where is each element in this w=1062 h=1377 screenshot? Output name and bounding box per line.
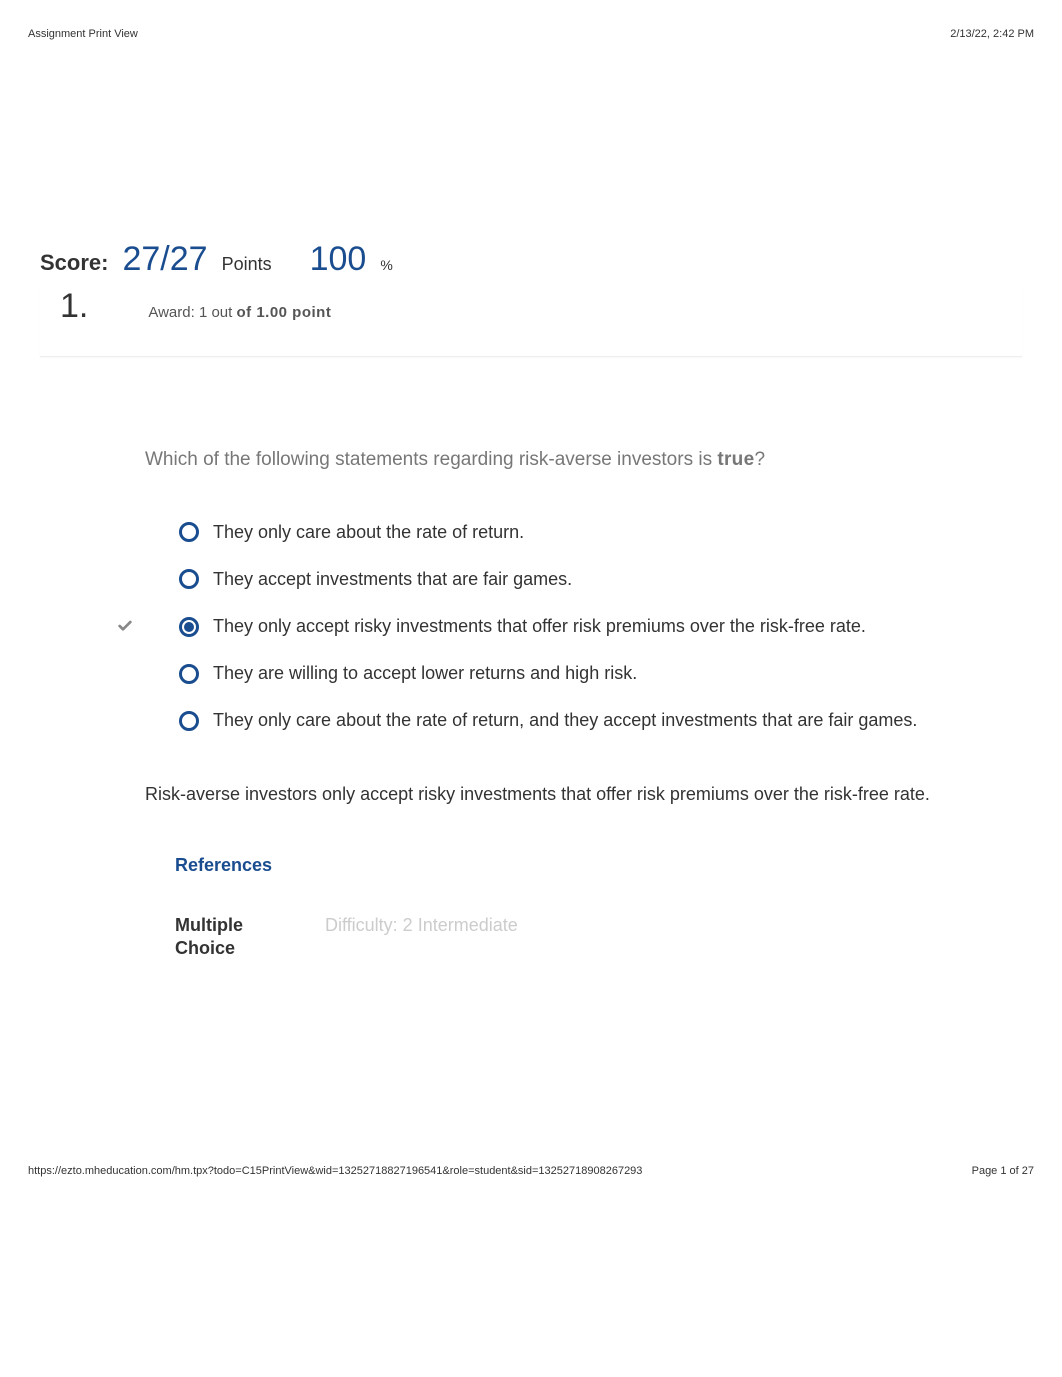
option-label: They only accept risky investments that … xyxy=(213,614,866,639)
award-line: Award: 1 out of 1.00 point xyxy=(148,304,331,321)
main-content: Score: 27/27 Points 100 % 1. Award: 1 ou… xyxy=(40,240,1022,961)
footer-page: Page 1 of 27 xyxy=(972,1165,1034,1177)
header-datetime: 2/13/22, 2:42 PM xyxy=(950,28,1034,40)
references-heading: References xyxy=(175,855,1022,876)
question-text: Which of the following statements regard… xyxy=(145,447,1022,474)
question-header: 1. Award: 1 out of 1.00 point xyxy=(40,287,1022,357)
option-3[interactable]: They are willing to accept lower returns… xyxy=(145,661,1022,686)
references-section: References Multiple Choice Difficulty: 2… xyxy=(175,855,1022,961)
question-text-bold: true xyxy=(717,449,754,470)
explanation-text: Risk-averse investors only accept risky … xyxy=(145,782,1022,807)
score-row: Score: 27/27 Points 100 % xyxy=(40,240,1022,279)
options-list: They only care about the rate of return.… xyxy=(145,520,1022,734)
question-text-prefix: Which of the following statements regard… xyxy=(145,449,717,470)
score-label: Score: xyxy=(40,250,108,276)
radio-icon[interactable] xyxy=(179,711,199,731)
question-text-suffix: ? xyxy=(754,449,765,470)
page-footer: https://ezto.mheducation.com/hm.tpx?todo… xyxy=(28,1165,1034,1177)
option-2[interactable]: They only accept risky investments that … xyxy=(145,614,1022,639)
question-body: Which of the following statements regard… xyxy=(145,447,1022,961)
award-of: of 1.00 point xyxy=(237,304,332,321)
references-row: Multiple Choice Difficulty: 2 Intermedia… xyxy=(175,914,1022,961)
footer-url: https://ezto.mheducation.com/hm.tpx?todo… xyxy=(28,1165,642,1177)
score-percent: 100 xyxy=(310,240,367,279)
option-0[interactable]: They only care about the rate of return. xyxy=(145,520,1022,545)
option-1[interactable]: They accept investments that are fair ga… xyxy=(145,567,1022,592)
option-label: They accept investments that are fair ga… xyxy=(213,567,572,592)
option-label: They only care about the rate of return,… xyxy=(213,708,917,733)
score-value: 27/27 xyxy=(122,240,207,279)
reference-difficulty: Difficulty: 2 Intermediate xyxy=(325,914,518,961)
score-points-label: Points xyxy=(222,254,272,275)
award-earned: 1 out xyxy=(199,304,232,321)
option-label: They only care about the rate of return. xyxy=(213,520,524,545)
score-percent-sign: % xyxy=(380,257,392,273)
radio-icon[interactable] xyxy=(179,664,199,684)
page-header: Assignment Print View 2/13/22, 2:42 PM xyxy=(28,28,1034,40)
checkmark-icon xyxy=(117,618,133,639)
radio-icon[interactable] xyxy=(179,569,199,589)
radio-icon[interactable] xyxy=(179,617,199,637)
option-4[interactable]: They only care about the rate of return,… xyxy=(145,708,1022,733)
radio-icon[interactable] xyxy=(179,522,199,542)
header-title: Assignment Print View xyxy=(28,28,138,40)
option-label: They are willing to accept lower returns… xyxy=(213,661,637,686)
award-label: Award: xyxy=(148,304,194,321)
reference-type: Multiple Choice xyxy=(175,914,265,961)
question-number: 1. xyxy=(60,287,88,326)
